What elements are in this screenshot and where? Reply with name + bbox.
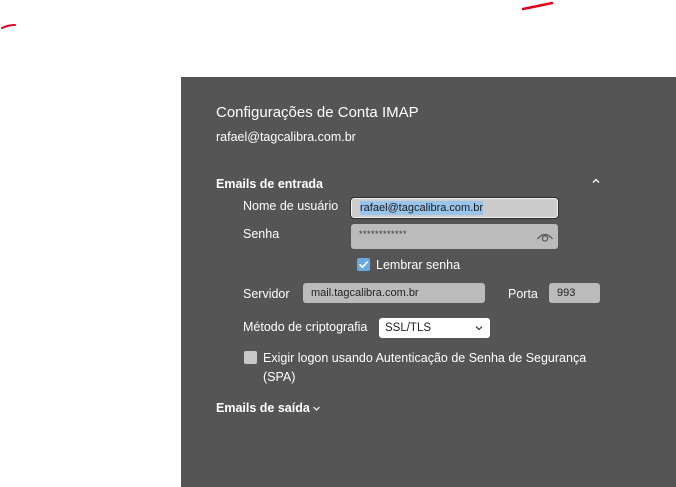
- pen-annotation-mark-left: [1, 24, 16, 29]
- encryption-select[interactable]: SSL/TLS: [379, 318, 490, 338]
- imap-settings-panel: Configurações de Conta IMAP rafael@tagca…: [181, 77, 676, 487]
- password-label: Senha: [243, 227, 280, 241]
- spa-label-line2: (SPA): [263, 370, 296, 384]
- encryption-label: Método de criptografia: [243, 320, 368, 334]
- server-field[interactable]: mail.tagcalibra.com.br: [303, 283, 485, 303]
- chevron-up-icon[interactable]: [590, 175, 602, 187]
- chevron-down-icon: [312, 406, 320, 411]
- checkmark-icon: [359, 261, 368, 268]
- remember-password-checkbox[interactable]: [357, 258, 370, 271]
- port-label: Porta: [508, 287, 538, 301]
- remember-password-label: Lembrar senha: [376, 258, 461, 272]
- chevron-down-icon: [475, 326, 483, 331]
- spa-checkbox[interactable]: [244, 351, 257, 364]
- incoming-section-label: Emails de entrada: [216, 177, 323, 191]
- port-field[interactable]: 993: [549, 283, 600, 303]
- username-value: rafael@tagcalibra.com.br: [360, 201, 484, 215]
- password-field[interactable]: ************: [351, 224, 558, 249]
- page-title: Configurações de Conta IMAP: [216, 104, 419, 121]
- outgoing-section-header[interactable]: Emails de saída: [216, 401, 321, 415]
- server-label: Servidor: [243, 287, 290, 301]
- port-value: 993: [557, 287, 576, 299]
- outgoing-section-label: Emails de saída: [216, 401, 310, 415]
- encryption-value: SSL/TLS: [385, 322, 432, 334]
- username-field[interactable]: rafael@tagcalibra.com.br: [350, 197, 559, 219]
- pen-annotation-mark-top: [521, 1, 554, 11]
- server-value: mail.tagcalibra.com.br: [311, 287, 419, 299]
- account-email: rafael@tagcalibra.com.br: [216, 130, 356, 144]
- username-label: Nome de usuário: [243, 199, 339, 213]
- eye-icon[interactable]: [536, 228, 554, 244]
- spa-label-line1: Exigir logon usando Autenticação de Senh…: [263, 351, 587, 365]
- password-value: ************: [359, 229, 408, 239]
- incoming-section-header[interactable]: Emails de entrada: [216, 177, 323, 191]
